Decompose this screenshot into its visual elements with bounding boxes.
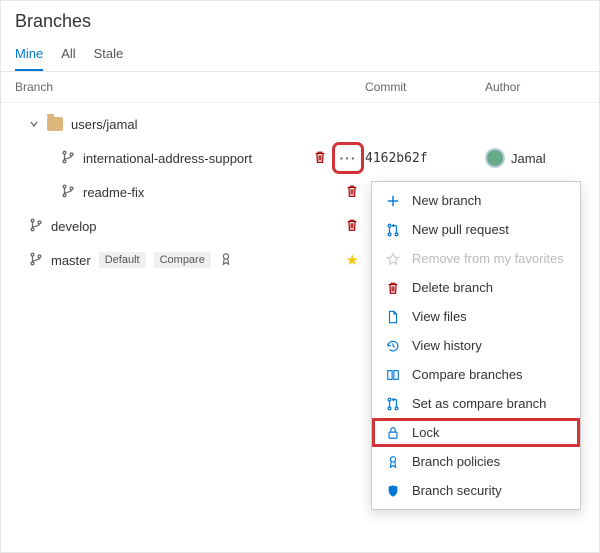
delete-branch-icon[interactable] [345,218,359,235]
chevron-down-icon[interactable] [29,120,39,128]
column-commit[interactable]: Commit [365,80,485,94]
branches-page: Branches Mine All Stale Branch Commit Au… [0,0,600,553]
menu-new-pull-request[interactable]: New pull request [372,215,580,244]
trash-icon [384,281,402,295]
branch-icon [29,252,43,269]
folder-icon [47,117,63,131]
tab-mine[interactable]: Mine [15,42,43,71]
default-badge: Default [99,252,146,268]
delete-branch-icon[interactable] [345,184,359,201]
delete-branch-icon[interactable] [313,150,327,167]
branch-context-menu: New branch New pull request Remove from … [371,181,581,510]
menu-label: Branch security [412,483,502,498]
menu-branch-security[interactable]: Branch security [372,476,580,505]
branch-row[interactable]: international-address-support ··· 4162b6… [1,141,599,175]
menu-label: Compare branches [412,367,523,382]
page-title: Branches [1,1,599,36]
menu-delete-branch[interactable]: Delete branch [372,273,580,302]
more-actions-button[interactable]: ··· [337,147,359,169]
tab-stale[interactable]: Stale [94,42,124,71]
menu-label: View files [412,309,467,324]
lock-icon [384,426,402,440]
history-icon [384,339,402,353]
column-author[interactable]: Author [485,80,585,94]
branch-icon [61,184,75,201]
avatar[interactable] [485,148,505,168]
pull-request-icon [384,397,402,411]
menu-compare-branches[interactable]: Compare branches [372,360,580,389]
menu-view-files[interactable]: View files [372,302,580,331]
favorite-star-icon[interactable]: ★ [346,251,359,269]
pull-request-icon [384,223,402,237]
author-name: Jamal [511,151,546,166]
menu-label: New branch [412,193,481,208]
menu-new-branch[interactable]: New branch [372,186,580,215]
branch-name: readme-fix [83,185,144,200]
column-header-row: Branch Commit Author [1,72,599,103]
branch-name: master [51,253,91,268]
menu-label: New pull request [412,222,509,237]
branch-name: international-address-support [83,151,252,166]
menu-set-compare-branch[interactable]: Set as compare branch [372,389,580,418]
branch-name: develop [51,219,97,234]
tabs: Mine All Stale [1,36,599,72]
compare-badge: Compare [154,252,211,268]
menu-label: Set as compare branch [412,396,546,411]
menu-label: Delete branch [412,280,493,295]
menu-view-history[interactable]: View history [372,331,580,360]
menu-remove-favorite: Remove from my favorites [372,244,580,273]
shield-icon [384,484,402,498]
ribbon-icon [219,252,233,269]
tab-all[interactable]: All [61,42,75,71]
ribbon-icon [384,455,402,469]
column-branch[interactable]: Branch [15,80,365,94]
folder-name: users/jamal [71,117,137,132]
file-icon [384,310,402,324]
menu-lock[interactable]: Lock [372,418,580,447]
branch-icon [29,218,43,235]
menu-label: Branch policies [412,454,500,469]
menu-branch-policies[interactable]: Branch policies [372,447,580,476]
folder-row[interactable]: users/jamal [1,107,599,141]
compare-icon [384,368,402,382]
star-icon [384,252,402,266]
menu-label: View history [412,338,482,353]
plus-icon [384,194,402,208]
menu-label: Lock [412,425,439,440]
branch-icon [61,150,75,167]
menu-label: Remove from my favorites [412,251,564,266]
commit-hash[interactable]: 4162b62f [365,151,428,166]
